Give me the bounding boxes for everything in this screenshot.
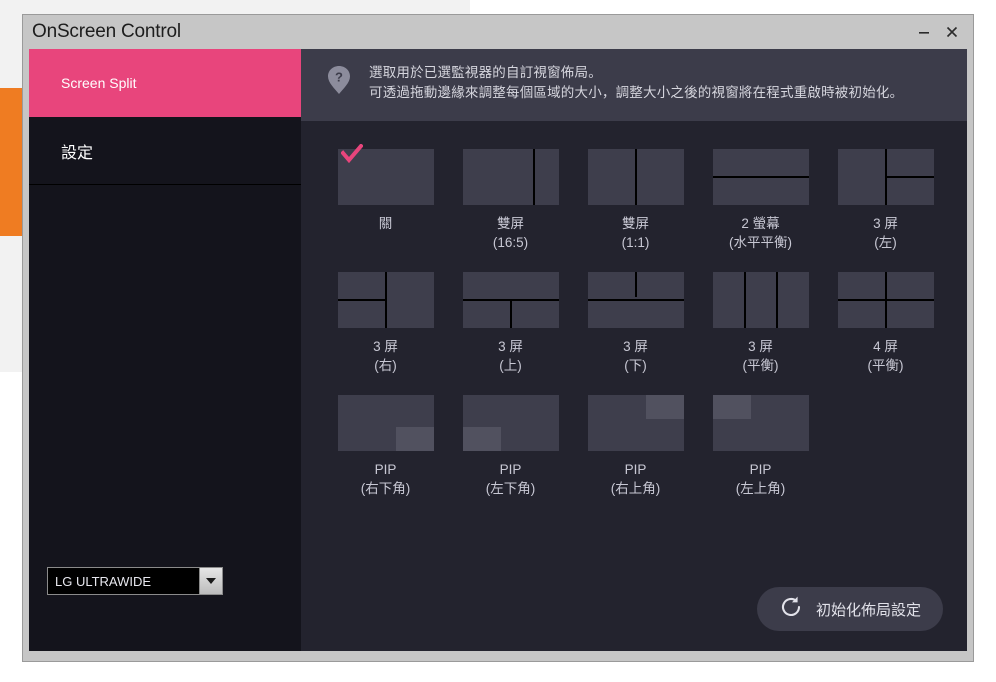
layout-preview-dual-16-5 [462, 149, 559, 205]
layout-caption: PIP (左上角) [735, 462, 786, 496]
title-bar: OnScreen Control [23, 15, 973, 49]
monitor-select-value: LG ULTRAWIDE [55, 573, 152, 589]
layout-caption: 3 屏 (右) [373, 339, 398, 373]
layout-preview-3-screen-balanced [712, 272, 809, 328]
layout-preview-3-screen-bottom [587, 272, 684, 328]
layout-option-2-screen-horizontal[interactable]: 2 螢幕 (水平平衡) [698, 149, 823, 252]
monitor-select[interactable]: LG ULTRAWIDE [47, 567, 223, 595]
refresh-icon [779, 595, 803, 624]
reset-layout-label: 初始化佈局設定 [815, 601, 921, 619]
layout-option-dual-16-5[interactable]: 雙屏 (16:5) [448, 149, 573, 252]
close-icon[interactable] [941, 21, 963, 43]
layout-preview-2-screen-horizontal [712, 149, 809, 205]
layout-caption: PIP (右上角) [610, 462, 661, 496]
layout-option-3-screen-top[interactable]: 3 屏 (上) [448, 272, 573, 375]
sidebar-item-settings[interactable]: 設定 [29, 117, 301, 185]
layout-caption: 3 屏 (上) [498, 339, 523, 373]
window-body: Screen Split 設定 LG ULTRAWIDE ? 選取用於已選監視器… [29, 49, 967, 651]
layout-caption: 3 屏 (平衡) [742, 339, 779, 373]
layout-option-4-screen-balanced[interactable]: 4 屏 (平衡) [823, 272, 948, 375]
layout-preview-3-screen-right [337, 272, 434, 328]
layout-preview-off [337, 144, 434, 205]
chevron-down-icon[interactable] [199, 568, 222, 594]
check-icon [340, 144, 363, 164]
svg-text:?: ? [335, 70, 343, 85]
layout-preview-pip-bottom-right [337, 395, 434, 451]
window-title: OnScreen Control [32, 21, 181, 42]
layout-caption: 關 [378, 216, 393, 231]
layout-preview-dual-1-1 [587, 149, 684, 205]
layout-caption: PIP (左下角) [485, 462, 536, 496]
minimize-button[interactable] [913, 21, 935, 43]
layout-caption: 雙屏 (1:1) [621, 216, 650, 250]
window-controls [913, 21, 973, 43]
info-description: 選取用於已選監視器的自訂視窗佈局。 可透過拖動邊緣來調整每個區域的大小，調整大小… [369, 65, 904, 100]
layout-preview-3-screen-top [462, 272, 559, 328]
layout-caption: 3 屏 (下) [623, 339, 648, 373]
layout-option-off[interactable]: 關 [323, 144, 448, 252]
layout-preview-pip-top-left [712, 395, 809, 451]
desktop-background-orange-strip [0, 88, 22, 236]
layout-preview-3-screen-left [837, 149, 934, 205]
reset-row: 初始化佈局設定 [301, 587, 967, 651]
sidebar-item-label: Screen Split [61, 75, 137, 91]
layout-caption: 3 屏 (左) [873, 216, 898, 250]
sidebar-item-label: 設定 [61, 144, 94, 162]
layout-grid: 關 雙屏 (16:5) 雙屏 (1:1) 2 螢幕 (水平平衡) 3 屏 (左)… [301, 121, 967, 587]
layout-option-pip-bottom-right[interactable]: PIP (右下角) [323, 395, 448, 498]
layout-caption: 雙屏 (16:5) [492, 216, 529, 250]
layout-option-3-screen-bottom[interactable]: 3 屏 (下) [573, 272, 698, 375]
help-icon: ? [325, 65, 353, 95]
layout-option-3-screen-left[interactable]: 3 屏 (左) [823, 149, 948, 252]
layout-option-dual-1-1[interactable]: 雙屏 (1:1) [573, 149, 698, 252]
layout-preview-pip-bottom-left [462, 395, 559, 451]
onscreen-control-window: OnScreen Control Screen Split 設定 LG ULTR… [22, 14, 974, 662]
info-banner: ? 選取用於已選監視器的自訂視窗佈局。 可透過拖動邊緣來調整每個區域的大小，調整… [301, 49, 967, 121]
layout-option-pip-top-right[interactable]: PIP (右上角) [573, 395, 698, 498]
layout-option-3-screen-balanced[interactable]: 3 屏 (平衡) [698, 272, 823, 375]
layout-caption: PIP (右下角) [360, 462, 411, 496]
sidebar-item-screen-split[interactable]: Screen Split [29, 49, 301, 117]
reset-layout-button[interactable]: 初始化佈局設定 [756, 587, 943, 631]
layout-preview-pip-top-right [587, 395, 684, 451]
sidebar: Screen Split 設定 LG ULTRAWIDE [29, 49, 301, 651]
layout-option-pip-top-left[interactable]: PIP (左上角) [698, 395, 823, 498]
layout-caption: 4 屏 (平衡) [867, 339, 904, 373]
layout-option-3-screen-right[interactable]: 3 屏 (右) [323, 272, 448, 375]
main-panel: ? 選取用於已選監視器的自訂視窗佈局。 可透過拖動邊緣來調整每個區域的大小，調整… [301, 49, 967, 651]
layout-preview-4-screen-balanced [837, 272, 934, 328]
layout-option-pip-bottom-left[interactable]: PIP (左下角) [448, 395, 573, 498]
layout-caption: 2 螢幕 (水平平衡) [729, 216, 792, 250]
